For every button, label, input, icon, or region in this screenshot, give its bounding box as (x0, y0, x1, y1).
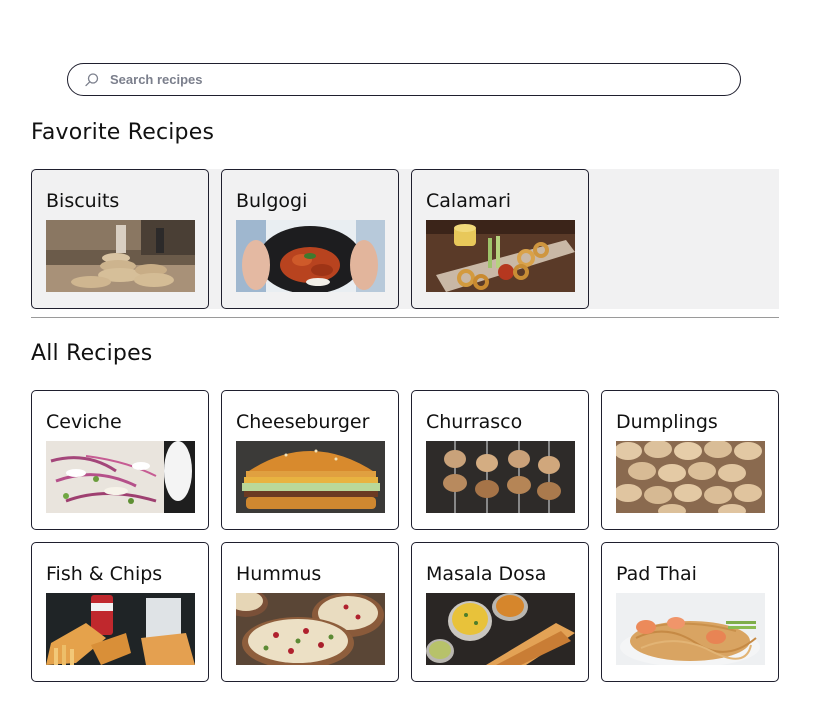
section-divider (31, 317, 779, 318)
recipe-image-calamari (426, 220, 575, 292)
recipe-image-fish-and-chips (46, 593, 195, 665)
recipe-card-hummus[interactable]: Hummus (221, 542, 399, 682)
recipe-card-title: Dumplings (616, 411, 718, 433)
recipe-card-churrasco[interactable]: Churrasco (411, 390, 589, 530)
favorite-recipes-heading: Favorite Recipes (31, 120, 215, 145)
recipe-card-cheeseburger[interactable]: Cheeseburger (221, 390, 399, 530)
recipe-image-pad-thai (616, 593, 765, 665)
recipe-image-dumplings (616, 441, 765, 513)
recipe-card-fish-and-chips[interactable]: Fish & Chips (31, 542, 209, 682)
recipe-card-title: Churrasco (426, 411, 523, 433)
recipe-image-biscuits (46, 220, 195, 292)
recipe-image-hummus (236, 593, 385, 665)
search-input[interactable] (110, 68, 690, 91)
all-recipes-heading: All Recipes (31, 341, 153, 366)
recipe-image-masala-dosa (426, 593, 575, 665)
recipe-card-title: Pad Thai (616, 563, 697, 585)
recipe-card-biscuits[interactable]: Biscuits (31, 169, 209, 309)
recipe-card-ceviche[interactable]: Ceviche (31, 390, 209, 530)
recipe-card-calamari[interactable]: Calamari (411, 169, 589, 309)
recipe-image-ceviche (46, 441, 195, 513)
recipe-image-bulgogi (236, 220, 385, 292)
recipe-card-dumplings[interactable]: Dumplings (601, 390, 779, 530)
recipe-card-title: Bulgogi (236, 190, 308, 212)
recipe-card-title: Ceviche (46, 411, 122, 433)
recipe-card-title: Biscuits (46, 190, 120, 212)
search-bar[interactable] (67, 63, 741, 96)
recipe-card-title: Hummus (236, 563, 322, 585)
recipe-card-pad-thai[interactable]: Pad Thai (601, 542, 779, 682)
recipe-card-title: Cheeseburger (236, 411, 370, 433)
recipe-card-title: Masala Dosa (426, 563, 547, 585)
recipe-image-cheeseburger (236, 441, 385, 513)
recipe-card-title: Calamari (426, 190, 512, 212)
recipe-image-churrasco (426, 441, 575, 513)
recipe-card-bulgogi[interactable]: Bulgogi (221, 169, 399, 309)
search-icon (84, 72, 100, 88)
recipe-card-masala-dosa[interactable]: Masala Dosa (411, 542, 589, 682)
recipe-card-title: Fish & Chips (46, 563, 163, 585)
